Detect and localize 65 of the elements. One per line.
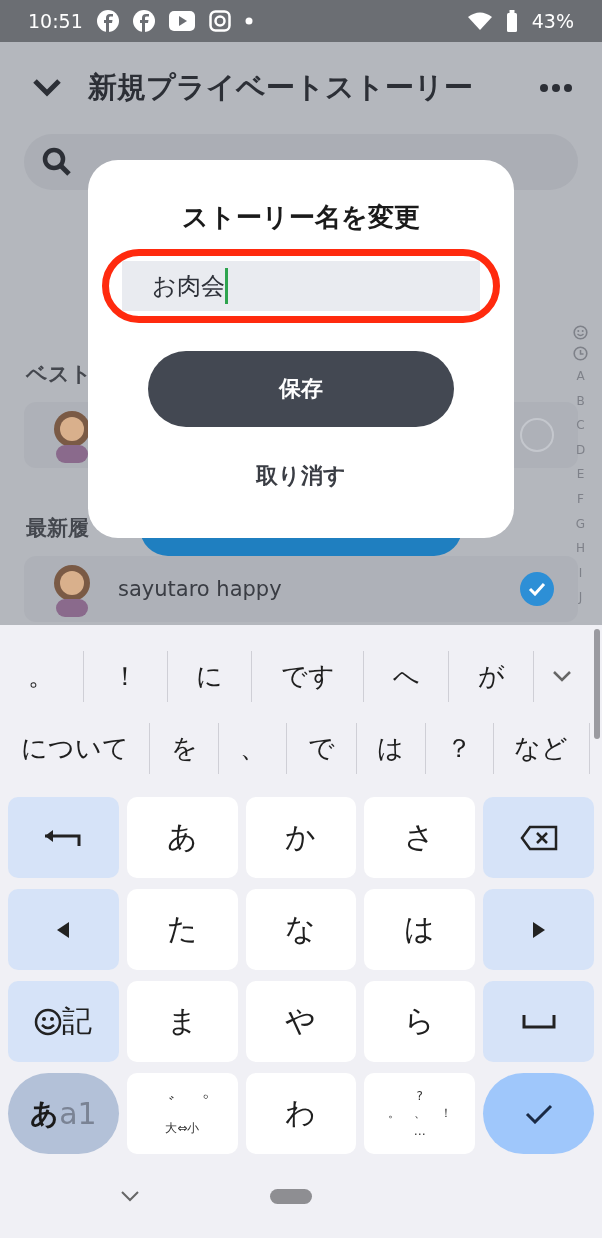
- key[interactable]: あ: [126, 797, 238, 878]
- emoji-key[interactable]: 記: [8, 981, 119, 1062]
- facebook-icon: [132, 10, 155, 32]
- candidate-word[interactable]: は: [356, 723, 426, 775]
- search-icon: [42, 147, 72, 177]
- more-icon[interactable]: [540, 84, 572, 92]
- key[interactable]: さ: [364, 797, 476, 878]
- battery-percent: 43%: [531, 10, 574, 32]
- battery-icon: [505, 10, 518, 32]
- undo-key[interactable]: [8, 797, 119, 878]
- space-icon: [521, 1014, 556, 1029]
- key[interactable]: た: [126, 889, 238, 970]
- candidate-word[interactable]: ？: [425, 723, 494, 775]
- wifi-icon: [467, 12, 492, 30]
- facebook-icon: [96, 10, 119, 32]
- checkmark-icon: [528, 582, 546, 596]
- undo-arrow-icon: [43, 827, 84, 848]
- key[interactable]: は: [364, 889, 476, 970]
- key[interactable]: や: [245, 981, 357, 1062]
- candidate-word[interactable]: で: [287, 723, 357, 775]
- cancel-button[interactable]: 取り消す: [248, 457, 354, 495]
- space-key[interactable]: [483, 981, 594, 1062]
- chevron-down-icon[interactable]: [551, 670, 572, 683]
- clock-icon[interactable]: [573, 346, 588, 361]
- key[interactable]: か: [245, 797, 357, 878]
- save-button[interactable]: 保存: [148, 351, 454, 427]
- play-video-icon: [168, 11, 195, 31]
- candidate-word[interactable]: 。: [0, 650, 84, 702]
- dialog-title: ストーリー名を変更: [182, 201, 420, 234]
- dot-icon: [244, 17, 253, 25]
- select-checkbox[interactable]: [520, 572, 554, 606]
- right-triangle-icon: [532, 921, 545, 938]
- candidate-word[interactable]: 、: [219, 723, 288, 775]
- smiley-icon[interactable]: [573, 325, 588, 340]
- hide-keyboard-icon[interactable]: [120, 1190, 140, 1202]
- smiley-icon: [34, 1007, 63, 1036]
- key[interactable]: ら: [364, 981, 476, 1062]
- section-label: ベスト: [26, 361, 93, 388]
- candidate-word[interactable]: を: [150, 723, 220, 775]
- candidate-word[interactable]: など: [493, 723, 590, 775]
- candidate-word[interactable]: へ: [364, 650, 450, 702]
- status-time: 10:51: [28, 10, 83, 32]
- camera-icon: [208, 10, 231, 32]
- friend-row[interactable]: sayutaro happy: [24, 556, 578, 622]
- key[interactable]: ま: [126, 981, 238, 1062]
- left-triangle-icon: [57, 921, 70, 938]
- candidate-word[interactable]: ！: [83, 650, 168, 702]
- key[interactable]: な: [245, 889, 357, 970]
- chevron-down-icon[interactable]: [32, 78, 62, 98]
- story-name-field[interactable]: お肉会: [122, 261, 480, 311]
- candidate-word[interactable]: について: [0, 723, 151, 775]
- key[interactable]: わ: [245, 1073, 357, 1154]
- page-title: 新規プライベートストーリー: [88, 69, 474, 106]
- backspace-icon: [519, 824, 558, 851]
- candidate-word[interactable]: に: [167, 650, 253, 702]
- input-mode-key[interactable]: あa1: [8, 1073, 119, 1154]
- friend-name: sayutaro happy: [118, 577, 283, 601]
- checkmark-icon: [524, 1103, 553, 1124]
- backspace-key[interactable]: [483, 797, 594, 878]
- candidate-word[interactable]: が: [449, 650, 534, 702]
- home-handle[interactable]: [270, 1188, 312, 1204]
- section-label: 最新履: [26, 515, 90, 542]
- dakuten-key[interactable]: ゛ ゜ 大⇔小: [126, 1073, 238, 1154]
- candidate-word[interactable]: です: [252, 650, 365, 702]
- punctuation-key[interactable]: ? 。 、 ！ …: [364, 1073, 476, 1154]
